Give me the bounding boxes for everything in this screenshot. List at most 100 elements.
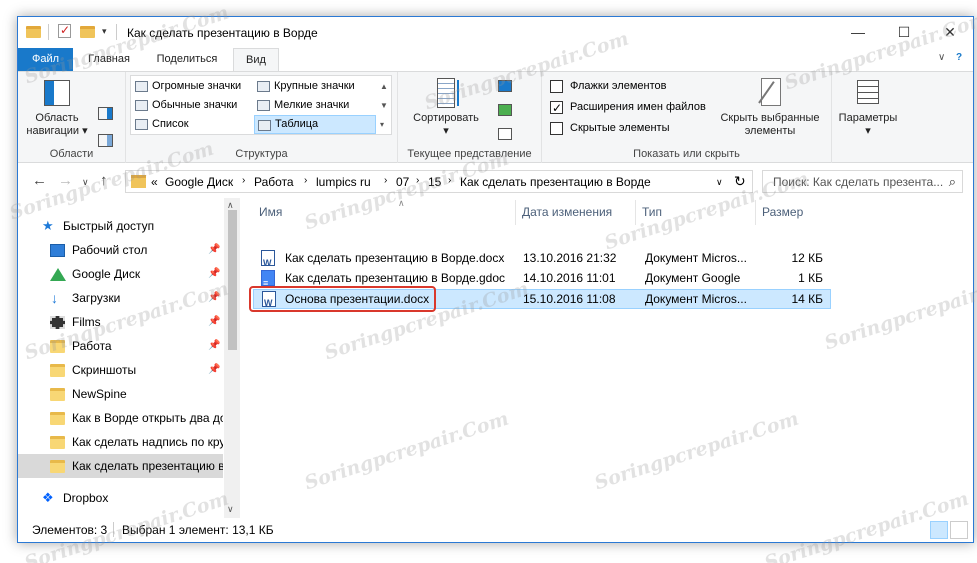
pin-icon[interactable]: 📌 <box>208 358 220 382</box>
nav-item-current-folder[interactable]: Как сделать презентацию в <box>18 454 223 478</box>
pin-icon[interactable]: 📌 <box>208 286 220 310</box>
file-modified: 15.10.2016 11:08 <box>523 292 616 306</box>
download-icon: ↓ <box>51 290 58 306</box>
nav-scrollbar[interactable]: ∧ ∨ <box>224 198 240 518</box>
back-arrow-icon[interactable]: ← <box>32 172 47 189</box>
options-button[interactable]: Параметры ▾ <box>834 74 902 138</box>
details-view-icon[interactable] <box>930 521 948 539</box>
layout-list[interactable]: Список <box>132 115 193 134</box>
file-modified: 13.10.2016 21:32 <box>523 251 617 265</box>
file-row[interactable]: ≡ Как сделать презентацию в Ворде.gdoc 1… <box>253 268 831 288</box>
breadcrumb-15[interactable]: 15 <box>428 175 441 189</box>
breadcrumb-overflow[interactable]: « <box>151 175 158 189</box>
column-header-modified[interactable]: Дата изменения <box>516 200 636 225</box>
breadcrumb-google-drive[interactable]: Google Диск <box>165 175 233 189</box>
ribbon: Область навигации ▾ Области Огромные зна… <box>18 71 973 163</box>
tab-share[interactable]: Поделиться <box>144 48 230 71</box>
breadcrumb-work[interactable]: Работа <box>254 175 294 189</box>
nav-pane-button[interactable]: Область навигации ▾ <box>22 74 92 138</box>
nav-item-folder[interactable]: Как сделать надпись по кру <box>18 430 223 454</box>
collapse-ribbon-icon[interactable]: ∨ <box>938 52 945 63</box>
divider <box>113 522 114 537</box>
layout-large-icons[interactable]: Крупные значки <box>254 77 359 96</box>
add-columns-icon[interactable] <box>498 104 512 116</box>
nav-item-dropbox[interactable]: ❖ Dropbox <box>18 486 223 510</box>
nav-item-newspine[interactable]: NewSpine <box>18 382 223 406</box>
nav-item-label: Рабочий стол <box>72 243 148 257</box>
nav-item-work[interactable]: Работа 📌 <box>18 334 223 358</box>
scroll-thumb[interactable] <box>228 210 237 350</box>
properties-icon[interactable] <box>58 23 71 38</box>
tab-home[interactable]: Главная <box>76 48 142 71</box>
nav-item-folder[interactable]: Как в Ворде открыть два до <box>18 406 223 430</box>
options-icon <box>853 78 883 108</box>
address-input[interactable]: « Google Диск › Работа › lumpics ru › 07… <box>125 170 753 193</box>
folder-icon <box>50 436 65 449</box>
customize-quick-access-icon[interactable]: ▾ <box>102 26 107 43</box>
up-arrow-icon[interactable]: ↑ <box>100 172 108 189</box>
group-by-icon[interactable] <box>498 80 512 92</box>
hide-selected-label: Скрыть выбранные элементы <box>720 112 820 137</box>
large-icons-view-icon[interactable] <box>950 521 968 539</box>
preview-pane-icon[interactable] <box>98 107 113 120</box>
maximize-button[interactable]: ☐ <box>881 17 927 48</box>
column-header-size[interactable]: Размер <box>756 200 831 225</box>
file-extensions-toggle[interactable]: Расширения имен файлов <box>550 98 706 117</box>
close-button[interactable]: ✕ <box>927 17 973 48</box>
checkbox[interactable] <box>550 80 563 93</box>
hidden-items-toggle[interactable]: Скрытые элементы <box>550 119 670 137</box>
search-icon[interactable]: ⌕ <box>949 174 956 190</box>
file-row[interactable]: W Как сделать презентацию в Ворде.docx 1… <box>253 248 831 268</box>
layout-small-icons[interactable]: Мелкие значки <box>254 96 353 115</box>
tab-view[interactable]: Вид <box>233 48 279 72</box>
layout-medium-icons[interactable]: Обычные значки <box>132 96 241 115</box>
breadcrumb-lumpics[interactable]: lumpics ru <box>316 175 371 189</box>
column-header-type[interactable]: Тип <box>636 200 756 225</box>
size-columns-icon[interactable] <box>498 128 512 140</box>
folder-icon <box>26 26 41 38</box>
details-pane-icon[interactable] <box>98 134 113 147</box>
layout-extra-large-icons[interactable]: Огромные значки <box>132 77 245 96</box>
checkbox[interactable] <box>550 122 563 135</box>
address-dropdown-icon[interactable]: ∨ <box>716 177 723 188</box>
checkbox[interactable] <box>550 99 563 117</box>
nav-item-label: Быстрый доступ <box>63 219 155 233</box>
nav-item-label: Dropbox <box>63 491 109 505</box>
minimize-button[interactable]: — <box>835 17 881 48</box>
sort-by-button[interactable]: Сортировать ▾ <box>406 74 486 138</box>
nav-item-google-drive[interactable]: Google Диск 📌 <box>18 262 223 286</box>
nav-item-screenshots[interactable]: Скриншоты 📌 <box>18 358 223 382</box>
tab-file[interactable]: Файл <box>18 48 73 71</box>
nav-item-films[interactable]: Films 📌 <box>18 310 223 334</box>
hide-selected-button[interactable]: Скрыть выбранные элементы <box>714 74 826 138</box>
extra-large-icons-icon <box>135 81 148 92</box>
column-header-name[interactable]: Имя <box>253 200 516 225</box>
pin-icon[interactable]: 📌 <box>208 310 220 334</box>
new-folder-icon[interactable] <box>80 26 95 38</box>
divider <box>116 24 117 40</box>
forward-arrow-icon[interactable]: → <box>58 172 73 189</box>
gallery-scroll-icon[interactable]: ▲ ▼ ▾ <box>380 77 388 134</box>
layout-details[interactable]: Таблица <box>254 115 376 134</box>
refresh-icon[interactable]: ↻ <box>734 173 746 190</box>
breadcrumb-current-folder[interactable]: Как сделать презентацию в Ворде <box>460 175 651 189</box>
recent-locations-icon[interactable]: ∨ <box>82 177 89 188</box>
help-icon[interactable]: ? <box>956 52 962 63</box>
pin-icon[interactable]: 📌 <box>208 262 220 286</box>
pin-icon[interactable]: 📌 <box>208 334 220 358</box>
nav-item-downloads[interactable]: ↓ Загрузки 📌 <box>18 286 223 310</box>
scroll-down-icon[interactable]: ∨ <box>227 504 234 515</box>
nav-item-desktop[interactable]: Рабочий стол 📌 <box>18 238 223 262</box>
ribbon-group-structure: Огромные значки Крупные значки Обычные з… <box>126 72 398 163</box>
folder-icon <box>50 460 65 473</box>
item-checkboxes-toggle[interactable]: Флажки элементов <box>550 77 666 95</box>
file-size: 1 КБ <box>798 271 823 285</box>
breadcrumb-separator: › <box>304 175 308 186</box>
breadcrumb-separator: › <box>242 175 246 186</box>
ribbon-group-options: Параметры ▾ <box>832 72 904 163</box>
pin-icon[interactable]: 📌 <box>208 238 220 262</box>
search-input[interactable]: Поиск: Как сделать презента... ⌕ <box>762 170 963 193</box>
breadcrumb-separator: › <box>416 175 420 186</box>
breadcrumb-07[interactable]: 07 <box>396 175 409 189</box>
nav-item-quick-access[interactable]: ★ Быстрый доступ <box>18 214 223 238</box>
